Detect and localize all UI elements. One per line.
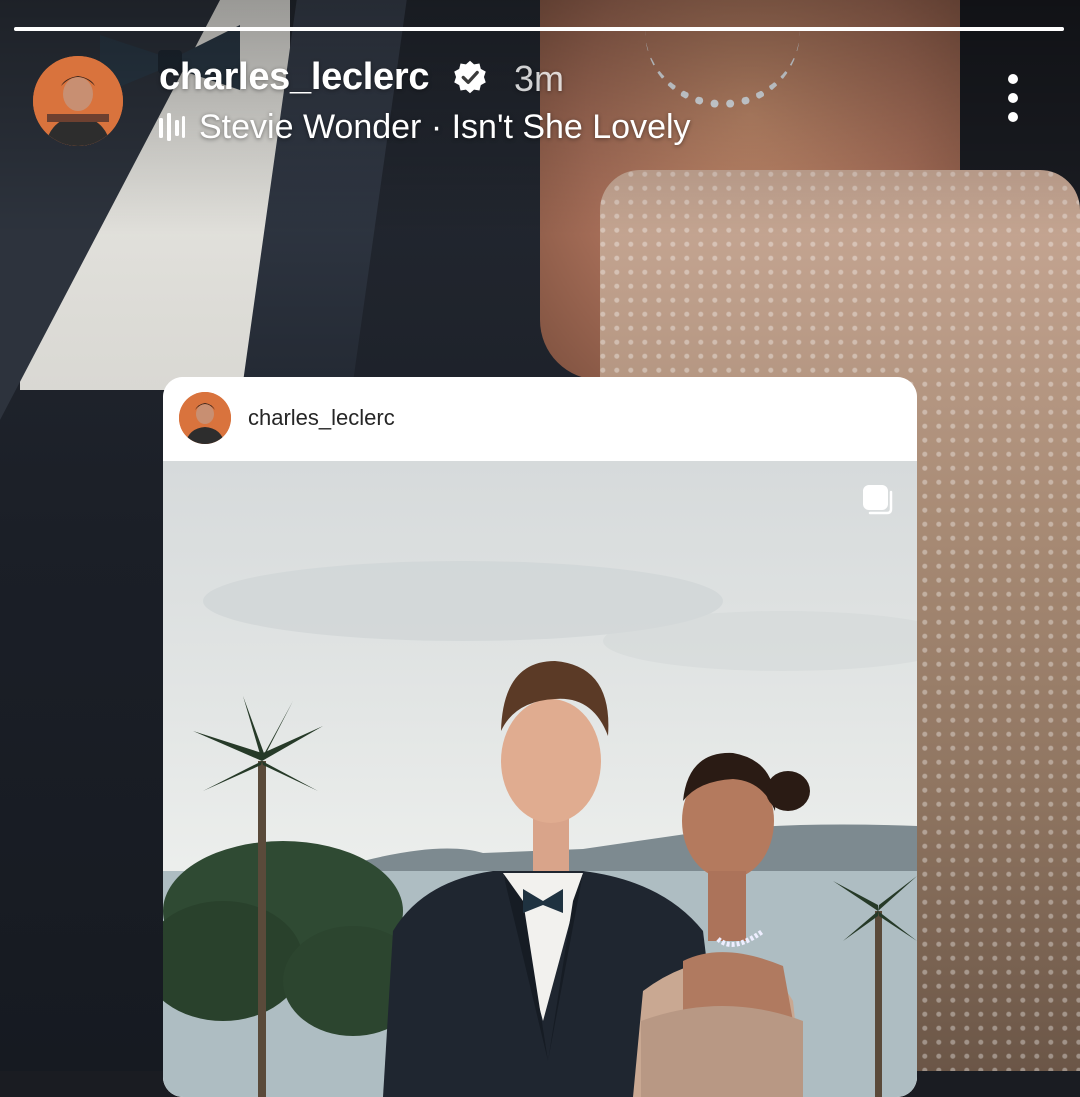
shared-post-card[interactable]: charles_leclerc — [163, 377, 917, 1097]
verified-badge-icon — [454, 60, 486, 94]
story-progress-fill — [14, 27, 1064, 31]
more-vertical-icon[interactable] — [996, 74, 1030, 126]
story-time-ago: 3m — [514, 58, 565, 99]
profile-avatar[interactable] — [33, 56, 123, 146]
shared-post-photo — [163, 461, 917, 1097]
shared-post-header: charles_leclerc — [163, 377, 917, 461]
carousel-multiple-icon — [863, 485, 893, 515]
shared-post-username: charles_leclerc — [248, 405, 395, 430]
story-username[interactable]: charles_leclerc — [159, 56, 429, 99]
music-bars-icon — [159, 113, 185, 141]
shared-post-avatar — [179, 392, 231, 444]
story-music-label[interactable]: Stevie Wonder · Isn't She Lovely — [199, 108, 691, 147]
couple-photo-image — [163, 561, 917, 1097]
story-progress-bar — [14, 27, 1064, 31]
